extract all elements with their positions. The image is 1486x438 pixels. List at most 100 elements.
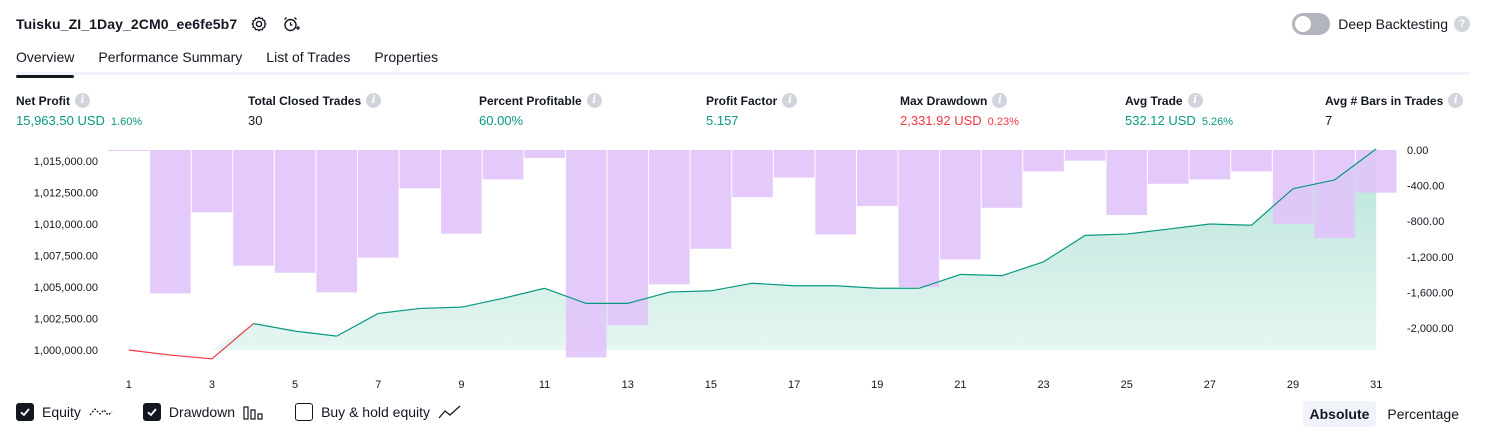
x-axis-tick: 9 bbox=[458, 379, 464, 391]
x-axis-tick: 13 bbox=[622, 379, 634, 391]
metric-value: 60.00% bbox=[479, 113, 524, 128]
left-axis-tick: 1,015,000.00 bbox=[34, 156, 98, 168]
drawdown-bar bbox=[108, 150, 150, 151]
info-icon[interactable]: i bbox=[1187, 93, 1203, 108]
drawdown-bar bbox=[482, 150, 524, 180]
tab-overview[interactable]: Overview bbox=[16, 42, 75, 78]
drawdown-bar bbox=[150, 150, 191, 294]
drawdown-bar bbox=[316, 150, 357, 293]
info-icon[interactable]: i bbox=[75, 93, 90, 108]
metric-avg-trade: Avg Trade i 532.12 USD 5.26% bbox=[1125, 93, 1233, 128]
drawdown-bar bbox=[773, 150, 815, 178]
drawdown-bar bbox=[690, 150, 732, 249]
buyhold-line-icon bbox=[438, 404, 462, 420]
settings-icon[interactable] bbox=[249, 14, 269, 34]
x-axis-tick: 15 bbox=[705, 379, 717, 391]
x-axis-tick: 11 bbox=[539, 379, 550, 391]
help-icon[interactable]: ? bbox=[1454, 16, 1470, 32]
x-axis-tick: 7 bbox=[375, 379, 381, 391]
equity-checkbox-group[interactable]: Equity bbox=[16, 403, 113, 421]
x-axis-tick: 27 bbox=[1204, 379, 1216, 391]
right-axis-tick: -2,000.00 bbox=[1407, 323, 1453, 335]
metric-percent: 1.60% bbox=[110, 116, 143, 128]
metric-label: Avg Trade bbox=[1125, 93, 1183, 108]
equity-checkbox[interactable] bbox=[16, 403, 34, 421]
drawdown-bar bbox=[191, 150, 233, 213]
deep-backtesting-toggle[interactable] bbox=[1292, 13, 1331, 35]
x-axis-tick: 3 bbox=[209, 379, 215, 391]
metric-value: 5.157 bbox=[706, 113, 739, 128]
metric-max-drawdown: Max Drawdown i 2,331.92 USD 0.23% bbox=[900, 93, 1019, 128]
info-icon[interactable]: i bbox=[366, 93, 382, 108]
right-axis-tick: -400.00 bbox=[1407, 181, 1444, 193]
drawdown-checkbox-group[interactable]: Drawdown bbox=[142, 403, 265, 421]
percentage-button[interactable]: Percentage bbox=[1380, 401, 1466, 427]
add-alert-icon[interactable] bbox=[281, 14, 301, 34]
metric-profit-factor: Profit Factor i 5.157 bbox=[706, 93, 798, 128]
absolute-button[interactable]: Absolute bbox=[1302, 401, 1377, 427]
x-axis-tick: 5 bbox=[292, 379, 298, 391]
metric-total-closed-trades: Total Closed Trades i 30 bbox=[248, 93, 382, 128]
drawdown-bar bbox=[233, 150, 274, 266]
tab-performance-summary[interactable]: Performance Summary bbox=[98, 42, 242, 75]
drawdown-bar bbox=[981, 150, 1023, 208]
x-axis-tick: 29 bbox=[1287, 379, 1299, 391]
metric-avg-bars-in-trades: Avg # Bars in Trades i 7 bbox=[1325, 93, 1464, 128]
info-icon[interactable]: i bbox=[586, 93, 602, 108]
deep-backtesting-label: Deep Backtesting bbox=[1338, 16, 1448, 32]
x-axis-tick: 25 bbox=[1121, 379, 1133, 391]
drawdown-label: Drawdown bbox=[168, 404, 236, 420]
metric-label: Profit Factor bbox=[706, 93, 778, 108]
drawdown-bar bbox=[1189, 150, 1231, 180]
tab-properties[interactable]: Properties bbox=[374, 42, 438, 75]
drawdown-checkbox[interactable] bbox=[142, 403, 161, 421]
left-axis-tick: 1,010,000.00 bbox=[34, 219, 98, 231]
x-axis-tick: 19 bbox=[871, 379, 883, 391]
strategy-name: Tuisku_ZI_1Day_2CM0_ee6fe5b7 bbox=[16, 16, 238, 32]
drawdown-bar bbox=[441, 150, 482, 234]
info-icon[interactable]: i bbox=[1448, 93, 1464, 108]
deep-backtesting: Deep Backtesting ? bbox=[1292, 13, 1470, 35]
metric-percent: 5.26% bbox=[1201, 116, 1234, 128]
right-axis-tick: -1,200.00 bbox=[1407, 252, 1453, 264]
chart-legend: Equity Drawdown Buy & hold equity bbox=[16, 403, 492, 421]
tab-list-of-trades[interactable]: List of Trades bbox=[266, 42, 350, 75]
buyhold-checkbox[interactable] bbox=[295, 403, 314, 421]
x-axis-tick: 17 bbox=[788, 379, 800, 391]
metric-value: 30 bbox=[248, 113, 263, 128]
x-axis-tick: 1 bbox=[126, 379, 132, 391]
drawdown-bar bbox=[1355, 150, 1397, 193]
buyhold-label: Buy & hold equity bbox=[321, 404, 431, 420]
info-icon[interactable]: i bbox=[992, 93, 1008, 108]
x-axis-tick: 21 bbox=[954, 379, 966, 391]
strategy-header: Tuisku_ZI_1Day_2CM0_ee6fe5b7 bbox=[16, 14, 301, 34]
metric-percent-profitable: Percent Profitable i 60.00% bbox=[479, 93, 602, 128]
x-axis-tick: 31 bbox=[1370, 379, 1382, 391]
metric-net-profit: Net Profit i 15,963.50 USD 1.60% bbox=[16, 93, 142, 128]
metric-percent: 0.23% bbox=[987, 116, 1019, 128]
drawdown-bar bbox=[524, 150, 565, 158]
drawdown-bar bbox=[1106, 150, 1147, 215]
right-axis-tick: -1,600.00 bbox=[1407, 287, 1453, 299]
drawdown-bar bbox=[649, 150, 690, 285]
drawdown-bar bbox=[898, 150, 940, 288]
drawdown-bar bbox=[1314, 150, 1355, 239]
drawdown-bars-icon bbox=[243, 404, 265, 420]
metric-value: 532.12 USD bbox=[1125, 113, 1196, 128]
metric-value: 7 bbox=[1325, 113, 1333, 128]
drawdown-bar bbox=[940, 150, 981, 260]
left-axis-tick: 1,005,000.00 bbox=[34, 282, 98, 294]
left-axis-tick: 1,007,500.00 bbox=[34, 251, 98, 263]
equity-label: Equity bbox=[42, 404, 81, 420]
scale-mode-switch: Absolute Percentage bbox=[1299, 401, 1467, 427]
equity-drawdown-chart[interactable]: 1,015,000.00 1,012,500.00 1,010,000.00 1,00… bbox=[0, 140, 1486, 398]
buyhold-checkbox-group[interactable]: Buy & hold equity bbox=[295, 403, 462, 421]
right-axis-tick: 0.00 bbox=[1407, 145, 1428, 157]
tab-bar: Overview Performance Summary List of Tra… bbox=[16, 42, 1470, 78]
left-axis-tick: 1,000,000.00 bbox=[34, 345, 98, 357]
metric-value: 15,963.50 USD bbox=[16, 113, 105, 128]
drawdown-bar bbox=[358, 150, 399, 258]
metric-label: Percent Profitable bbox=[479, 93, 582, 108]
info-icon[interactable]: i bbox=[782, 93, 798, 108]
drawdown-bar bbox=[815, 150, 856, 235]
